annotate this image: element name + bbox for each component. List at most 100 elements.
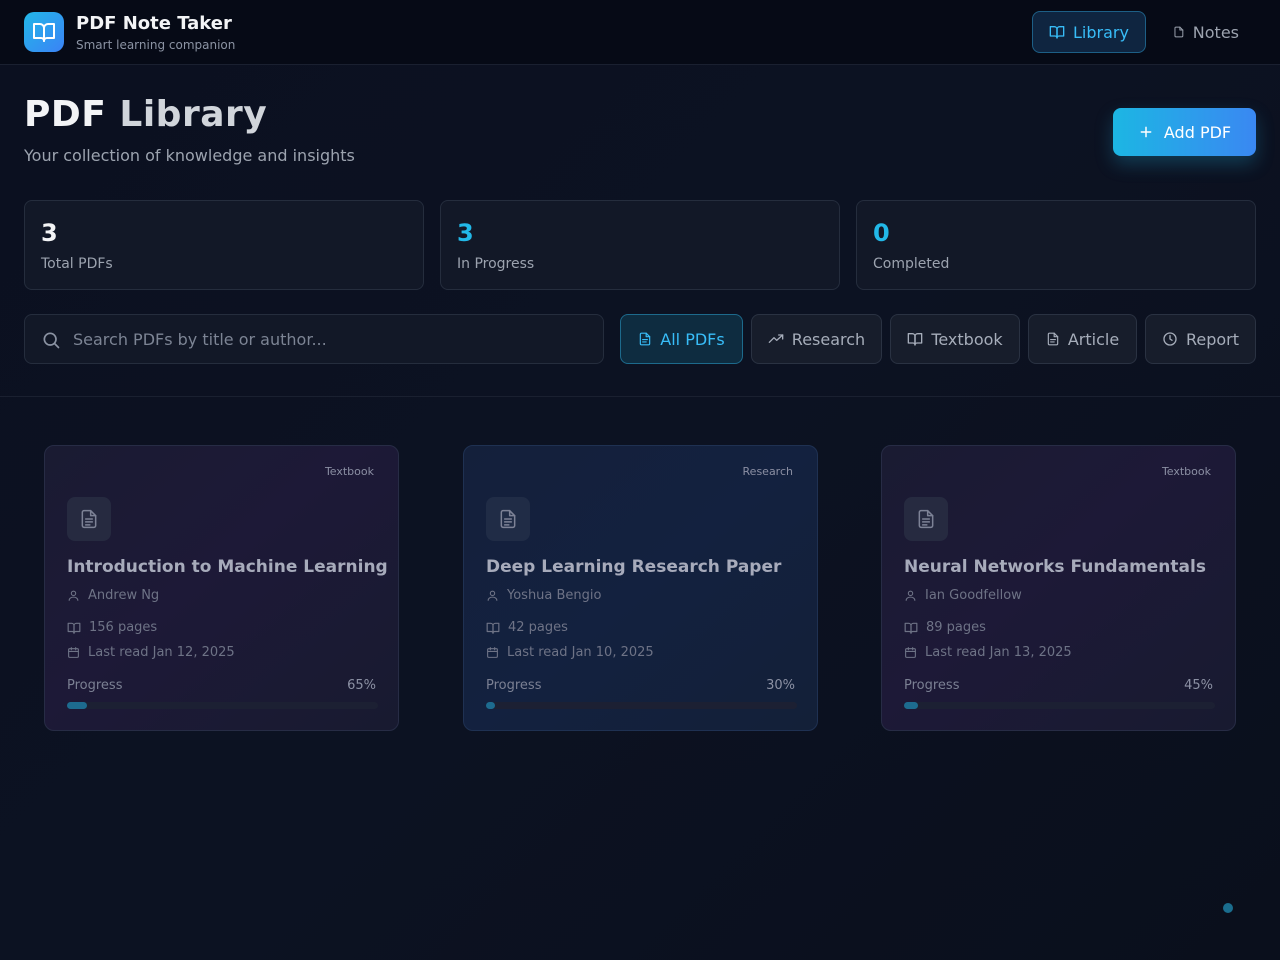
section-divider (0, 396, 1280, 397)
filter-label: Report (1185, 329, 1240, 349)
page-title-part1: PDF (24, 94, 107, 135)
pdf-author-row: Andrew Ng (67, 588, 159, 603)
nav-notes-label: Notes (1192, 22, 1239, 42)
app-title: PDF Note Taker (76, 13, 232, 34)
pdf-icon-box (486, 497, 530, 541)
filter-label: Research (791, 329, 866, 349)
calendar-icon (487, 647, 498, 658)
pdf-author-row: Yoshua Bengio (486, 588, 602, 603)
file-text-icon (918, 509, 934, 529)
add-pdf-label: Add PDF (1163, 122, 1232, 142)
add-pdf-button[interactable]: Add PDF (1113, 108, 1256, 156)
page-title-part2: Library (119, 94, 268, 135)
clock-icon (1163, 332, 1177, 346)
progress-bar (904, 702, 1215, 709)
user-icon (487, 590, 498, 601)
progress-label: Progress (486, 678, 542, 693)
progress-label: Progress (904, 678, 960, 693)
filter-textbook[interactable]: Textbook (890, 314, 1020, 364)
pdf-type-badge: Research (742, 465, 793, 478)
pdf-card[interactable]: Research Deep Learning Research Paper Yo… (463, 445, 818, 731)
pdf-type-badge: Textbook (1161, 465, 1211, 478)
search-icon (43, 332, 60, 349)
filter-label: Textbook (931, 329, 1003, 349)
user-icon (905, 590, 916, 601)
filter-all-pdfs[interactable]: All PDFs (620, 314, 743, 364)
pdf-title: Neural Networks Fundamentals (904, 557, 1206, 577)
pdf-last-read: Last read Jan 10, 2025 (507, 645, 654, 660)
filter-article[interactable]: Article (1028, 314, 1137, 364)
pdf-card[interactable]: Textbook Neural Networks Fundamentals Ia… (881, 445, 1236, 731)
pdf-icon-box (904, 497, 948, 541)
user-icon (68, 590, 79, 601)
progress-fill (67, 702, 88, 709)
pdf-last-read: Last read Jan 12, 2025 (88, 645, 235, 660)
progress-bar (486, 702, 797, 709)
progress-value: 65% (347, 678, 376, 693)
trending-up-icon (768, 334, 784, 343)
pdf-pages-row: 42 pages (486, 620, 568, 635)
filter-research[interactable]: Research (751, 314, 882, 364)
pdf-type-badge: Textbook (324, 465, 374, 478)
calendar-icon (68, 647, 79, 658)
book-open-icon (907, 333, 923, 346)
progress-value: 45% (1184, 678, 1213, 693)
pdf-author: Ian Goodfellow (925, 588, 1022, 603)
pdf-last-read-row: Last read Jan 13, 2025 (904, 645, 1072, 660)
progress-label: Progress (67, 678, 123, 693)
stat-total-pdfs: 3 Total PDFs (24, 200, 424, 290)
filter-label: Article (1067, 329, 1120, 349)
page-subtitle: Your collection of knowledge and insight… (24, 146, 355, 165)
pdf-pages: 156 pages (89, 620, 158, 635)
file-text-icon (81, 509, 97, 529)
page-title: PDF Library (24, 94, 267, 135)
file-icon (640, 332, 651, 346)
file-icon (1174, 26, 1184, 38)
search-input[interactable] (73, 315, 593, 363)
app-logo (24, 12, 64, 52)
top-bar: PDF Note Taker Smart learning companion … (0, 0, 1280, 65)
nav-library-label: Library (1073, 22, 1129, 42)
progress-fill (904, 702, 918, 709)
pdf-pages-row: 89 pages (904, 620, 986, 635)
stat-label: Completed (873, 256, 950, 272)
filter-label: All PDFs (660, 329, 725, 349)
file-text-icon (1047, 332, 1059, 346)
filter-report[interactable]: Report (1145, 314, 1256, 364)
pdf-card[interactable]: Textbook Introduction to Machine Learnin… (44, 445, 399, 731)
file-text-icon (500, 509, 516, 529)
pdf-title: Introduction to Machine Learning (67, 557, 388, 577)
progress-bar (67, 702, 378, 709)
book-open-icon (486, 622, 500, 634)
pdf-author: Yoshua Bengio (507, 588, 602, 603)
stat-label: In Progress (457, 256, 535, 272)
pdf-pages-row: 156 pages (67, 620, 157, 635)
book-open-icon (904, 622, 918, 634)
progress-fill (486, 702, 496, 709)
open-book-icon (33, 23, 55, 42)
search-box (24, 314, 604, 364)
book-open-icon (1049, 26, 1065, 39)
plus-icon (1140, 126, 1152, 138)
pdf-pages: 42 pages (508, 620, 568, 635)
pdf-icon-box (67, 497, 111, 541)
pdf-title: Deep Learning Research Paper (486, 557, 782, 577)
calendar-icon (905, 647, 916, 658)
stat-value: 0 (873, 219, 890, 247)
pdf-last-read-row: Last read Jan 10, 2025 (486, 645, 654, 660)
app-subtitle: Smart learning companion (76, 38, 236, 52)
stat-label: Total PDFs (41, 256, 113, 272)
pdf-last-read: Last read Jan 13, 2025 (925, 645, 1072, 660)
pdf-last-read-row: Last read Jan 12, 2025 (67, 645, 235, 660)
stat-value: 3 (41, 219, 58, 247)
pdf-pages: 89 pages (926, 620, 986, 635)
nav-notes-button[interactable]: Notes (1156, 11, 1256, 53)
stat-completed: 0 Completed (856, 200, 1256, 290)
pdf-author: Andrew Ng (88, 588, 160, 603)
progress-value: 30% (766, 678, 795, 693)
stat-in-progress: 3 In Progress (440, 200, 840, 290)
status-dot (1223, 903, 1233, 913)
pdf-author-row: Ian Goodfellow (904, 588, 1022, 603)
nav-library-button[interactable]: Library (1032, 11, 1146, 53)
book-open-icon (67, 622, 81, 634)
